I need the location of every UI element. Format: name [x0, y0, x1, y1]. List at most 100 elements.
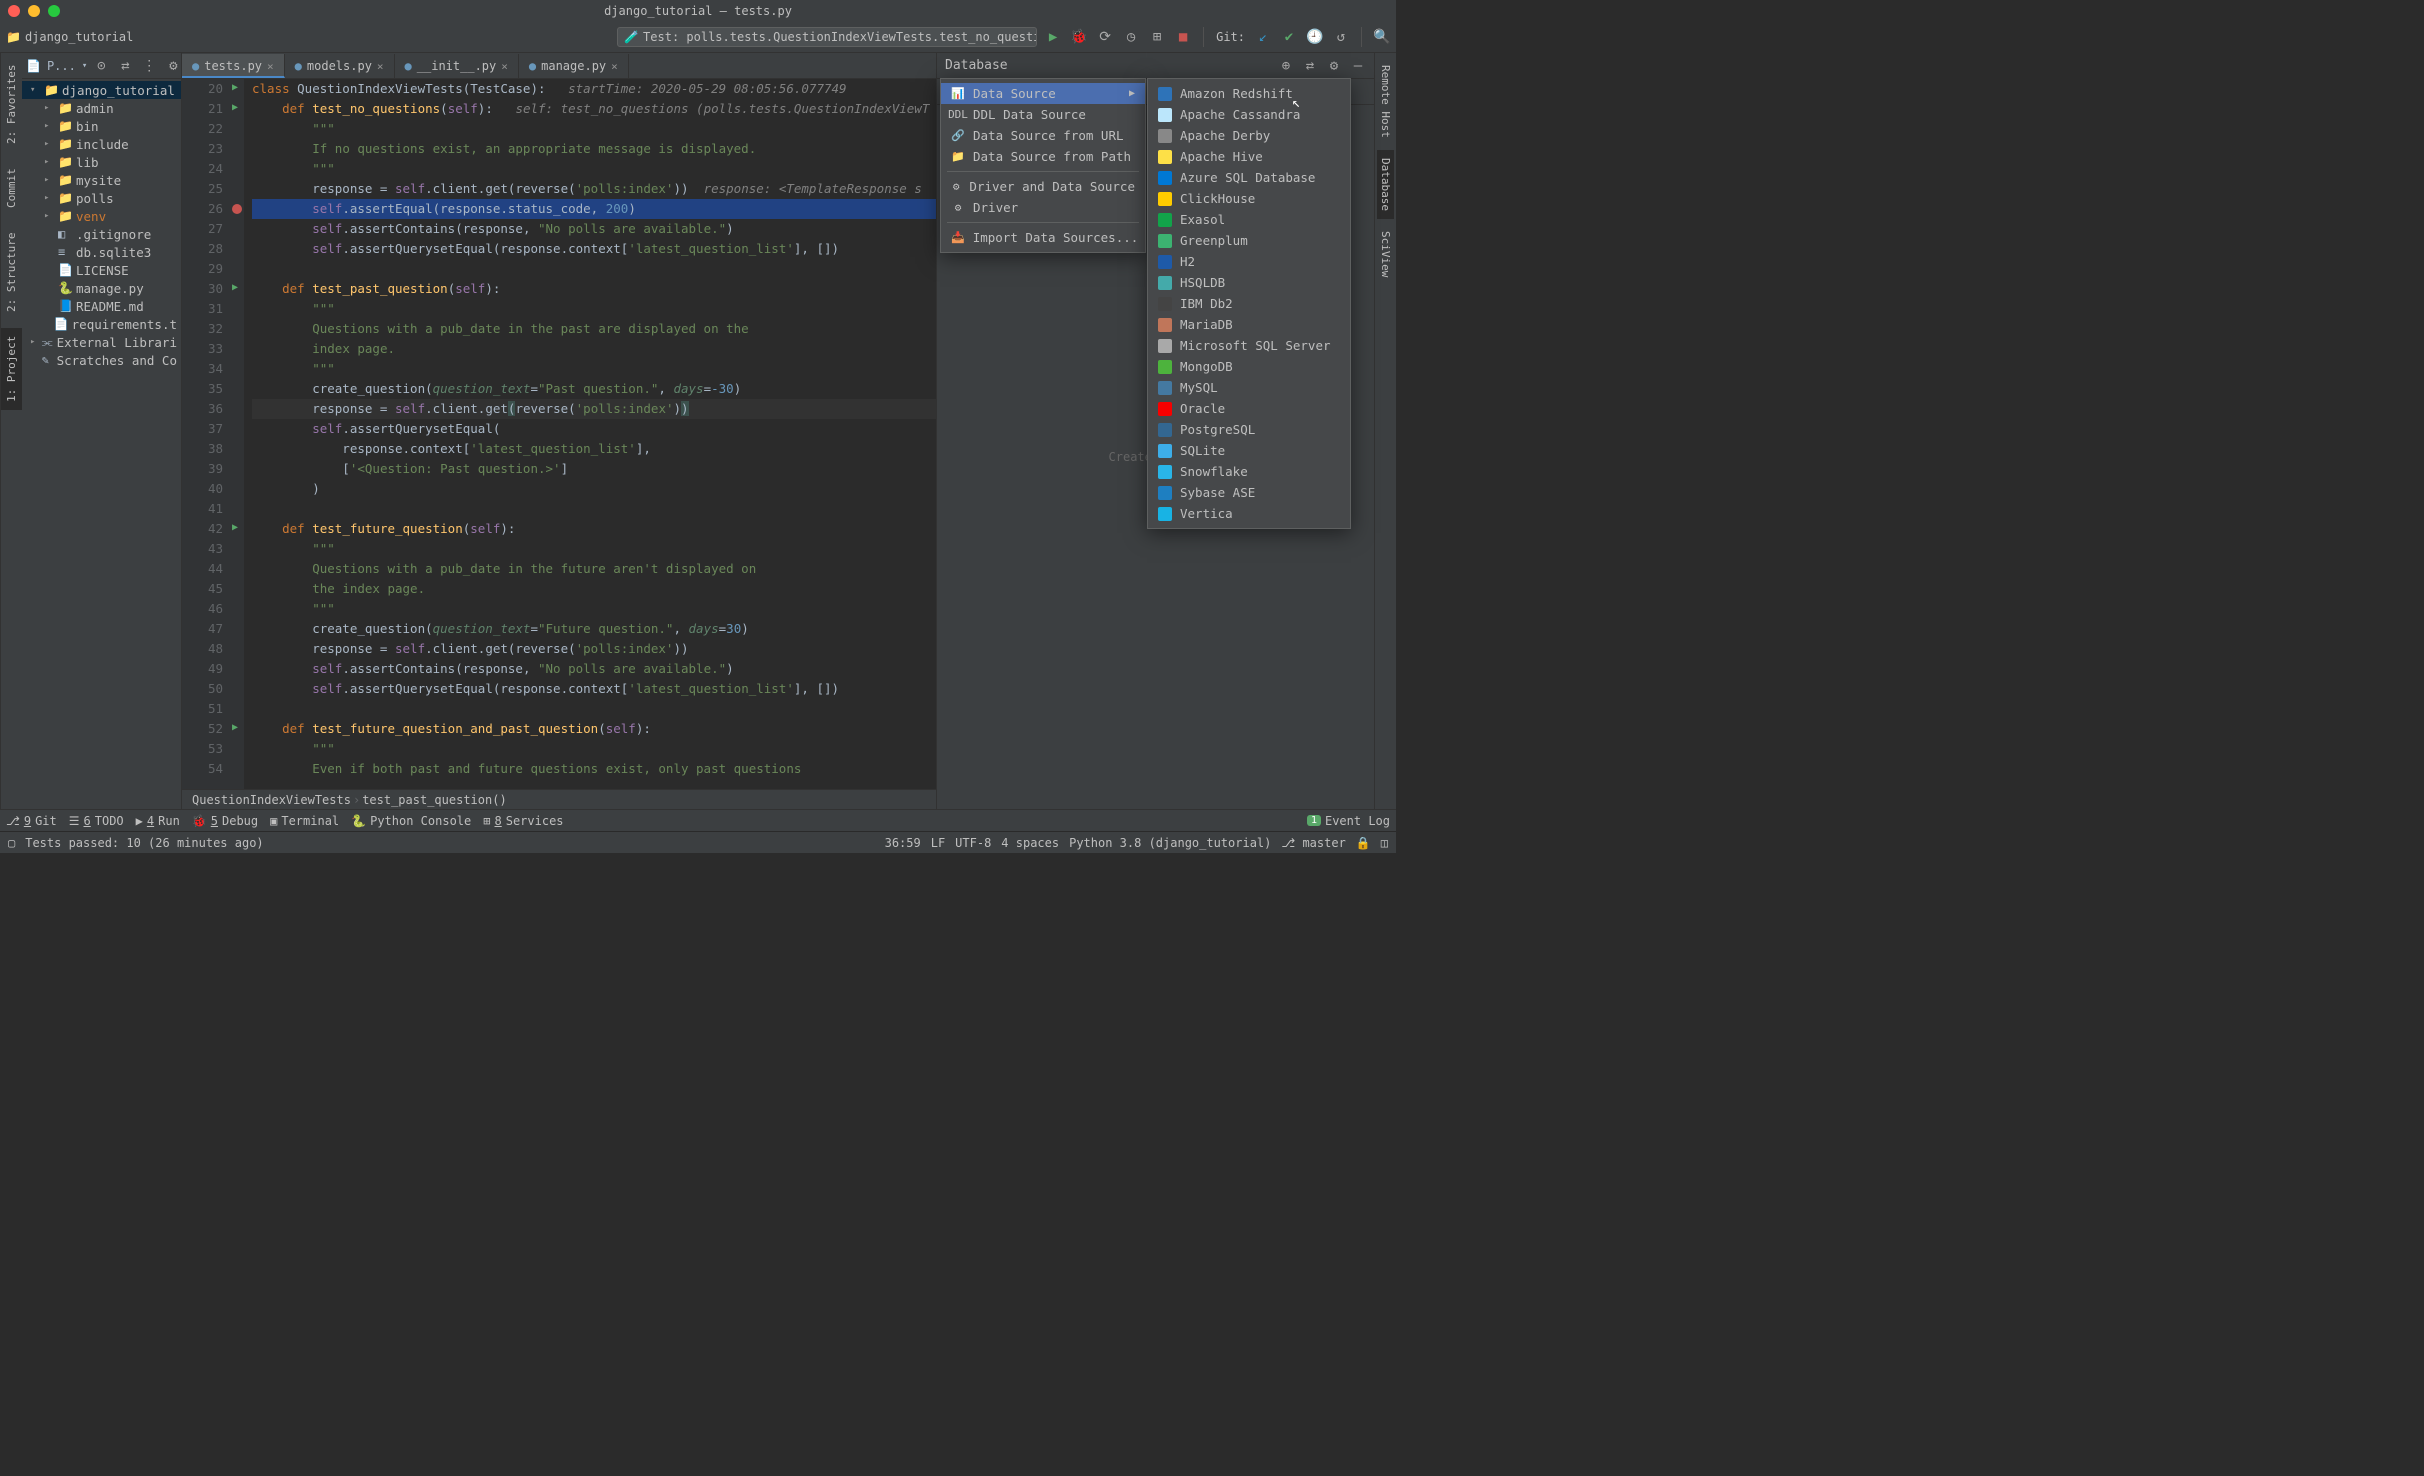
project-header-label[interactable]: P... [47, 59, 76, 73]
left-tab-commit[interactable]: Commit [1, 160, 22, 216]
datasource-h2[interactable]: H2 [1148, 251, 1350, 272]
tree-item--gitignore[interactable]: ◧.gitignore [22, 225, 181, 243]
datasource-ibm-db2[interactable]: IBM Db2 [1148, 293, 1350, 314]
close-tab-icon[interactable]: × [267, 60, 274, 73]
bottom-tab-5-debug[interactable]: 🐞5 Debug [192, 814, 258, 828]
code-editor[interactable]: 2021222324252627282930313233343536373839… [182, 79, 936, 789]
git-revert-icon[interactable]: ↺ [1333, 29, 1349, 45]
bottom-tab-4-run[interactable]: ▶4 Run [136, 814, 180, 828]
run-marker-column[interactable]: ▶▶▶▶▶ [230, 79, 244, 789]
popup-item-driver[interactable]: ⚙Driver [941, 197, 1145, 218]
interpreter[interactable]: Python 3.8 (django_tutorial) [1069, 836, 1271, 850]
datasource-clickhouse[interactable]: ClickHouse [1148, 188, 1350, 209]
datasource-apache-derby[interactable]: Apache Derby [1148, 125, 1350, 146]
datasource-apache-hive[interactable]: Apache Hive [1148, 146, 1350, 167]
popup-item-data-source-from-path[interactable]: 📁Data Source from Path [941, 146, 1145, 167]
tree-item-django_tutorial[interactable]: ▾📁django_tutorial [22, 81, 181, 99]
tree-item-lib[interactable]: ▸📁lib [22, 153, 181, 171]
project-tree[interactable]: ▾📁django_tutorial▸📁admin▸📁bin▸📁include▸📁… [22, 79, 181, 809]
tree-item-manage-py[interactable]: 🐍manage.py [22, 279, 181, 297]
status-icon[interactable]: ▢ [8, 836, 15, 850]
right-tab-remote-host[interactable]: Remote Host [1377, 57, 1394, 146]
crumb-class[interactable]: QuestionIndexViewTests [192, 793, 351, 807]
datasource-sybase-ase[interactable]: Sybase ASE [1148, 482, 1350, 503]
datasource-amazon-redshift[interactable]: Amazon Redshift [1148, 83, 1350, 104]
breadcrumb[interactable]: 📁 django_tutorial [6, 30, 133, 44]
expand-icon[interactable]: ⇄ [117, 58, 133, 74]
git-history-icon[interactable]: 🕘 [1307, 29, 1323, 45]
datasource-azure-sql-database[interactable]: Azure SQL Database [1148, 167, 1350, 188]
tree-item-license[interactable]: 📄LICENSE [22, 261, 181, 279]
settings-icon[interactable]: ⚙ [165, 58, 181, 74]
bottom-tab-6-todo[interactable]: ☰6 TODO [69, 814, 124, 828]
datasource-snowflake[interactable]: Snowflake [1148, 461, 1350, 482]
git-branch[interactable]: ⎇ master [1281, 836, 1345, 850]
tree-item-venv[interactable]: ▸📁venv [22, 207, 181, 225]
tree-item-requirements-t[interactable]: 📄requirements.t [22, 315, 181, 333]
tree-item-db-sqlite3[interactable]: ≡db.sqlite3 [22, 243, 181, 261]
code-content[interactable]: class QuestionIndexViewTests(TestCase): … [244, 79, 936, 789]
popup-item-driver-and-data-source[interactable]: ⚙Driver and Data Source [941, 176, 1145, 197]
close-tab-icon[interactable]: × [501, 60, 508, 73]
right-tab-database[interactable]: Database [1377, 150, 1394, 219]
bottom-tab-terminal[interactable]: ▣Terminal [270, 814, 339, 828]
db-settings-icon[interactable]: ⚙ [1326, 58, 1342, 74]
collapse-icon[interactable]: ⋮ [141, 58, 157, 74]
read-only-indicator[interactable]: ◫ [1381, 836, 1388, 850]
run-button[interactable]: ▶ [1045, 29, 1061, 45]
event-log[interactable]: 1 Event Log [1307, 814, 1390, 828]
datasource-mariadb[interactable]: MariaDB [1148, 314, 1350, 335]
git-update-icon[interactable]: ↙ [1255, 29, 1271, 45]
editor-tab-manage-py[interactable]: ●manage.py× [519, 54, 629, 78]
memory-indicator[interactable]: 🔒 [1356, 836, 1371, 850]
datasource-exasol[interactable]: Exasol [1148, 209, 1350, 230]
datasource-mongodb[interactable]: MongoDB [1148, 356, 1350, 377]
db-minimize-icon[interactable]: — [1350, 58, 1366, 74]
cursor-position[interactable]: 36:59 [885, 836, 921, 850]
file-encoding[interactable]: UTF-8 [955, 836, 991, 850]
locate-icon[interactable]: ⊙ [93, 58, 109, 74]
bottom-tab-8-services[interactable]: ⊞8 Services [483, 814, 563, 828]
stop-button[interactable]: ■ [1175, 29, 1191, 45]
line-separator[interactable]: LF [931, 836, 945, 850]
datasource-postgresql[interactable]: PostgreSQL [1148, 419, 1350, 440]
bottom-tab-python-console[interactable]: 🐍Python Console [351, 814, 471, 828]
tree-item-mysite[interactable]: ▸📁mysite [22, 171, 181, 189]
tree-item-admin[interactable]: ▸📁admin [22, 99, 181, 117]
tree-item-polls[interactable]: ▸📁polls [22, 189, 181, 207]
run-configuration-selector[interactable]: 🧪 Test: polls.tests.QuestionIndexViewTes… [617, 27, 1037, 47]
tree-item-include[interactable]: ▸📁include [22, 135, 181, 153]
datasource-apache-cassandra[interactable]: Apache Cassandra [1148, 104, 1350, 125]
tree-item-bin[interactable]: ▸📁bin [22, 117, 181, 135]
crumb-method[interactable]: test_past_question() [362, 793, 507, 807]
editor-tab-tests-py[interactable]: ●tests.py× [182, 54, 285, 78]
datasource-vertica[interactable]: Vertica [1148, 503, 1350, 524]
editor-tab-__init__-py[interactable]: ●__init__.py× [395, 54, 519, 78]
db-add-popup[interactable]: 📊Data Source▶DDLDDL Data Source🔗Data Sou… [940, 78, 1146, 253]
editor-breadcrumb[interactable]: QuestionIndexViewTests › test_past_quest… [182, 789, 936, 809]
datasource-mysql[interactable]: MySQL [1148, 377, 1350, 398]
popup-item-data-source-from-url[interactable]: 🔗Data Source from URL [941, 125, 1145, 146]
bottom-tab-9-git[interactable]: ⎇9 Git [6, 814, 57, 828]
editor-tab-models-py[interactable]: ●models.py× [285, 54, 395, 78]
left-tab-2-structure[interactable]: 2: Structure [1, 224, 22, 319]
tree-item-scratches-and-co[interactable]: ✎Scratches and Co [22, 351, 181, 369]
datasource-oracle[interactable]: Oracle [1148, 398, 1350, 419]
left-tab-1-project[interactable]: 1: Project [1, 328, 22, 410]
datasource-microsoft-sql-server[interactable]: Microsoft SQL Server [1148, 335, 1350, 356]
tree-item-external-librari[interactable]: ▸⫘External Librari [22, 333, 181, 351]
close-tab-icon[interactable]: × [611, 60, 618, 73]
popup-item-data-source[interactable]: 📊Data Source▶ [941, 83, 1145, 104]
db-split-icon[interactable]: ⇄ [1302, 58, 1318, 74]
popup-item-import-data-sources-[interactable]: 📥Import Data Sources... [941, 227, 1145, 248]
line-gutter[interactable]: 2021222324252627282930313233343536373839… [182, 79, 230, 789]
db-datasource-submenu[interactable]: Amazon RedshiftApache CassandraApache De… [1147, 78, 1351, 529]
concurrency-button[interactable]: ⊞ [1149, 29, 1165, 45]
datasource-greenplum[interactable]: Greenplum [1148, 230, 1350, 251]
coverage-button[interactable]: ⟳ [1097, 29, 1113, 45]
close-tab-icon[interactable]: × [377, 60, 384, 73]
indent-config[interactable]: 4 spaces [1001, 836, 1059, 850]
profile-button[interactable]: ◷ [1123, 29, 1139, 45]
debug-button[interactable]: 🐞 [1071, 29, 1087, 45]
datasource-sqlite[interactable]: SQLite [1148, 440, 1350, 461]
